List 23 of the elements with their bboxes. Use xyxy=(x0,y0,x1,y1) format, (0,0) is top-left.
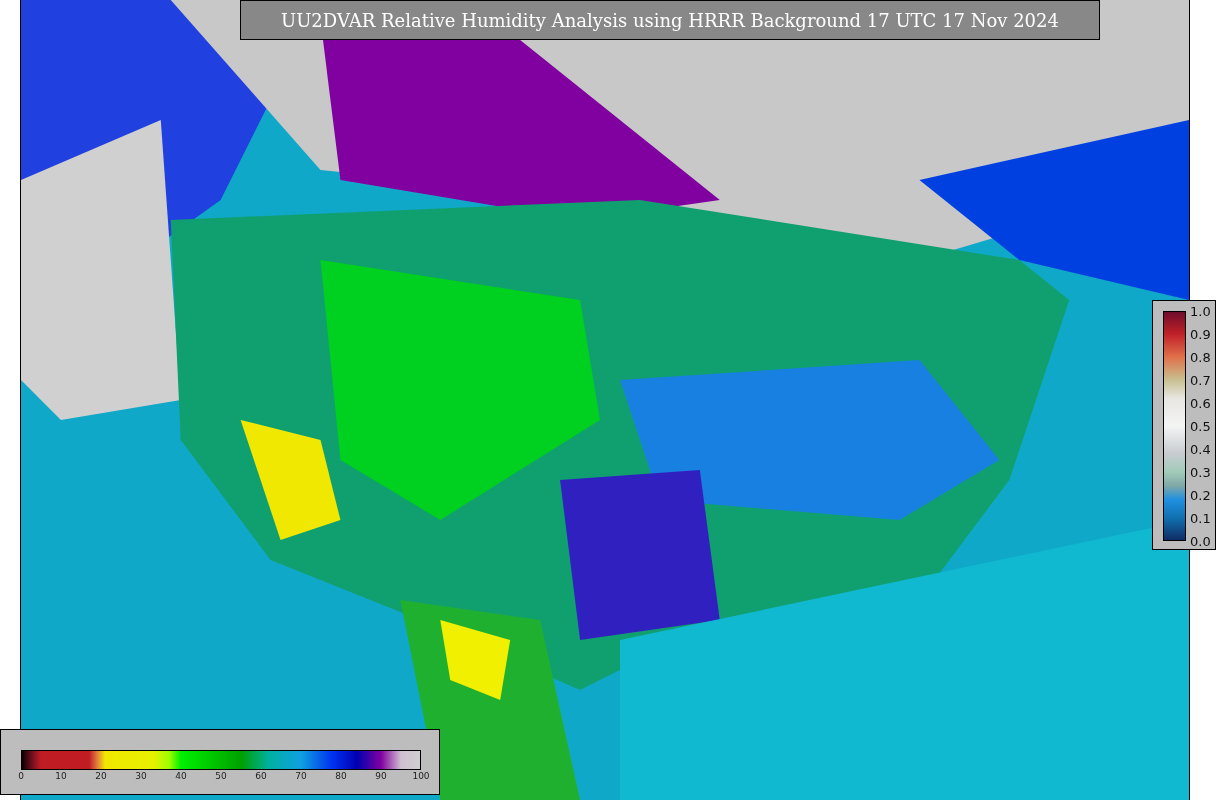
tick-label: 0.9 xyxy=(1190,327,1211,341)
tick-label: 70 xyxy=(295,772,307,781)
tick-label: 80 xyxy=(335,772,347,781)
tick-label: 0.8 xyxy=(1190,350,1211,364)
tick-label: 0.2 xyxy=(1190,488,1211,502)
tick-label: 0.1 xyxy=(1190,511,1211,525)
tick-label: 90 xyxy=(375,772,387,781)
map-title: UU2DVAR Relative Humidity Analysis using HRRR Background 17 UTC 17 Nov 2024 xyxy=(240,0,1100,40)
tick-label: 0.0 xyxy=(1190,534,1211,548)
tick-label: 0.4 xyxy=(1190,442,1211,456)
tick-label: 30 xyxy=(135,772,147,781)
tick-label: 50 xyxy=(215,772,227,781)
tick-label: 0.5 xyxy=(1190,419,1211,433)
tick-label: 100 xyxy=(412,772,430,781)
tick-label: 0.3 xyxy=(1190,465,1211,479)
tick-label: 1.0 xyxy=(1190,304,1211,318)
tick-label: 20 xyxy=(95,772,107,781)
tick-label: 40 xyxy=(175,772,187,781)
tick-label: 0 xyxy=(18,772,24,781)
tick-label: 0.7 xyxy=(1190,373,1211,387)
tick-label: 0.6 xyxy=(1190,396,1211,410)
tick-label: 60 xyxy=(255,772,267,781)
tick-label: 10 xyxy=(55,772,67,781)
